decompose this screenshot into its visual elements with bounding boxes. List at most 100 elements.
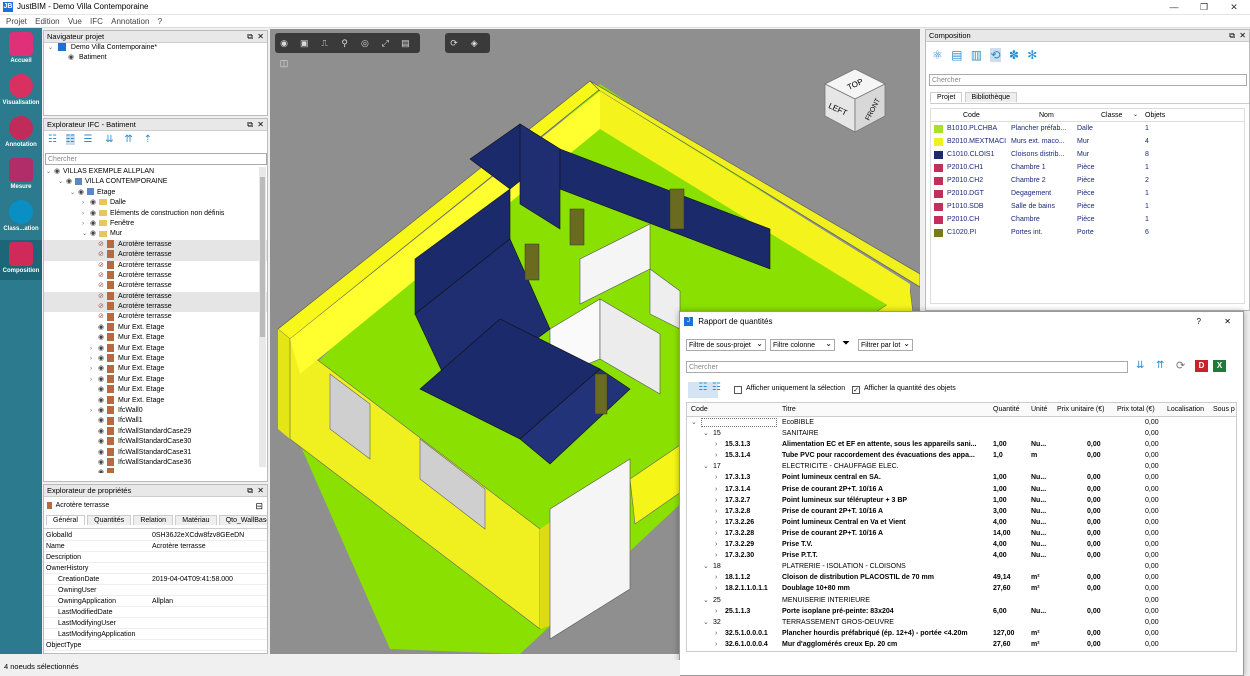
header-code[interactable]: Code: [963, 109, 980, 122]
cube-view-icon[interactable]: ▣: [297, 36, 311, 50]
tree-row[interactable]: ◉ IfcWall1: [44, 416, 267, 426]
collapse-icon[interactable]: ⌄: [703, 561, 709, 572]
tree-view-icon[interactable]: ☷: [48, 134, 57, 145]
tree-row[interactable]: ⊘ Acrotère terrasse: [44, 291, 267, 303]
tree-row[interactable]: › ◉ Mur Ext. Etage: [44, 374, 267, 385]
cluster-remove-icon[interactable]: ✻: [1027, 48, 1037, 62]
ribbon-classification[interactable]: Class...ation: [0, 198, 42, 238]
report-row[interactable]: ⌄ 32 TERRASSEMENT GROS-OEUVRE 0,00: [687, 617, 1236, 628]
ribbon-annotation[interactable]: Annotation: [0, 114, 42, 154]
expand-icon[interactable]: ›: [715, 550, 717, 561]
report-row[interactable]: › 15.3.1.3 Alimentation EC et EF en attent…: [687, 439, 1236, 450]
excel-export-icon[interactable]: X: [1213, 360, 1226, 372]
property-row[interactable]: CreationDate 2019-04-04T09:41:58.000: [44, 574, 267, 585]
tab-projet[interactable]: Projet: [930, 92, 963, 102]
tree-row[interactable]: › ◉ Fenêtre: [44, 219, 267, 229]
tab-bibliotheque[interactable]: Bibliothèque: [964, 92, 1018, 102]
screenshot-icon[interactable]: ▤: [398, 36, 412, 50]
tree-row[interactable]: ◉ IfcWallStandardCase31: [44, 447, 267, 458]
expand-icon[interactable]: ›: [715, 439, 717, 450]
expand-icon[interactable]: ›: [715, 472, 717, 483]
composition-row[interactable]: B2010.MEXTMACI Murs ext. maco... Mur 4: [931, 135, 1244, 148]
section-icon[interactable]: ⎍: [317, 36, 331, 50]
expand-icon[interactable]: ›: [715, 517, 717, 528]
walk-icon[interactable]: ⚲: [338, 36, 352, 50]
eye-icon[interactable]: ◉: [68, 53, 77, 63]
minimize-icon[interactable]: —: [1160, 0, 1188, 15]
report-icon[interactable]: ▥: [971, 48, 982, 62]
molecule-icon[interactable]: ⚛: [932, 48, 943, 62]
composition-row[interactable]: B1010.PLCHBA Plancher préfab... Dalle 1: [931, 122, 1244, 135]
report-search-input[interactable]: Chercher: [686, 361, 1128, 373]
360-icon[interactable]: ⟳: [447, 36, 461, 50]
report-row[interactable]: › 17.3.1.3 Point lumineux central en SA. 1,…: [687, 472, 1236, 483]
property-row[interactable]: OwnerHistory: [44, 563, 267, 574]
property-row[interactable]: OwningApplication Allplan: [44, 596, 267, 607]
scrollbar[interactable]: [259, 167, 266, 467]
tree-row[interactable]: › ◉ Mur Ext. Etage: [44, 343, 267, 354]
expand-icon[interactable]: ›: [715, 583, 717, 594]
tree-row[interactable]: ⌄ ◉ Etage: [44, 188, 267, 198]
header-titre[interactable]: Titre: [782, 403, 796, 417]
fit-view-icon[interactable]: ⤢: [378, 36, 392, 50]
report-row[interactable]: ⌄ 15 SANITAIRE 0,00: [687, 428, 1236, 439]
header-prix-total[interactable]: Prix total (€): [1117, 403, 1155, 417]
composition-row[interactable]: P1010.SDB Salle de bains Pièce 1: [931, 200, 1244, 213]
link-icon[interactable]: ⟲: [990, 48, 1001, 62]
ribbon-mesure[interactable]: Mesure: [0, 156, 42, 196]
tree-row[interactable]: › ◉ Dalle: [44, 198, 267, 208]
tree-row[interactable]: › ◉ IfcWall0: [44, 406, 267, 416]
composition-row[interactable]: P2010.DGT Degagement Pièce 1: [931, 187, 1244, 200]
report-row[interactable]: ⌄ 18 PLATRERIE - ISOLATION - CLOISONS 0,00: [687, 561, 1236, 572]
expand-icon[interactable]: ›: [715, 606, 717, 617]
report-row[interactable]: › 32.6.1.0.0.0.4 Mur d'agglomérés creux Ep…: [687, 639, 1236, 650]
composition-row[interactable]: P2010.CH1 Chambre 1 Pièce 1: [931, 161, 1244, 174]
scrollbar-thumb[interactable]: [260, 177, 265, 337]
tree-row[interactable]: ◉ Mur Ext. Etage: [44, 385, 267, 395]
tree-row[interactable]: ⊘ Acrotère terrasse: [44, 281, 267, 291]
show-quantity-checkbox[interactable]: ✓: [852, 386, 860, 394]
float-icon[interactable]: ⧉: [247, 485, 253, 497]
menu-annotation[interactable]: Annotation: [111, 15, 149, 28]
header-nom[interactable]: Nom: [1039, 109, 1054, 122]
camera-icon[interactable]: ◫: [277, 56, 291, 70]
expand-icon[interactable]: ›: [715, 528, 717, 539]
eye-view-icon[interactable]: ◎: [358, 36, 372, 50]
tree-row[interactable]: ◉ Mur Ext. Etage: [44, 333, 267, 343]
float-icon[interactable]: ⧉: [247, 119, 253, 131]
tree-row[interactable]: ⊘ Acrotère terrasse: [44, 250, 267, 261]
close-icon[interactable]: ✕: [257, 119, 264, 131]
refresh-icon[interactable]: ⟳: [1176, 359, 1185, 372]
property-row[interactable]: Name Acrotère terrasse: [44, 541, 267, 552]
composition-row[interactable]: P2010.CH2 Chambre 2 Pièce 2: [931, 174, 1244, 187]
expand-icon[interactable]: ›: [715, 628, 717, 639]
close-icon[interactable]: ✕: [257, 31, 264, 43]
expand-icon[interactable]: ›: [715, 539, 717, 550]
flat-mode-icon[interactable]: ☷: [712, 382, 721, 393]
header-classe[interactable]: Classe: [1101, 109, 1122, 122]
report-row[interactable]: ⌄ 17 ELECTRICITE - CHAUFFAGE ELEC. 0,00: [687, 461, 1236, 472]
header-quantite[interactable]: Quantité: [993, 403, 1019, 417]
tree-row[interactable]: ⌄ ◉ VILLAS EXEMPLE ALLPLAN: [44, 167, 267, 177]
tree-row[interactable]: ◉ IfcWallStandardCase29: [44, 426, 267, 437]
tree-project[interactable]: ⌄ Demo Villa Contemporaine*: [44, 43, 267, 53]
ifc-search-input[interactable]: Chercher: [45, 153, 267, 165]
column-filter-dropdown[interactable]: Filtre colonne: [770, 338, 835, 351]
tree-row[interactable]: › ◉ Mur Ext. Etage: [44, 364, 267, 374]
property-row[interactable]: ObjectType: [44, 640, 267, 651]
code-field[interactable]: [701, 418, 777, 427]
header-objets[interactable]: Objets: [1145, 109, 1165, 122]
lot-filter-dropdown[interactable]: Filtrer par lot: [858, 338, 913, 351]
float-icon[interactable]: ⧉: [247, 31, 253, 43]
palette-icon[interactable]: ◈: [467, 36, 481, 50]
property-row[interactable]: Description: [44, 552, 267, 563]
tree-row[interactable]: ⌄ ◉ Mur: [44, 229, 267, 239]
tree-row[interactable]: › ◉ Eléments de construction non définis: [44, 209, 267, 219]
menu-vue[interactable]: Vue: [68, 15, 82, 28]
maximize-icon[interactable]: ❐: [1190, 0, 1218, 15]
collapse-icon[interactable]: ⌄: [703, 461, 709, 472]
tab-general[interactable]: Général: [46, 515, 85, 525]
expand-icon[interactable]: ›: [715, 572, 717, 583]
report-row[interactable]: › 17.3.2.29 Prise T.V. 4,00 Nu... 0,00 0,00: [687, 539, 1236, 550]
close-button[interactable]: ✕: [1224, 312, 1231, 332]
